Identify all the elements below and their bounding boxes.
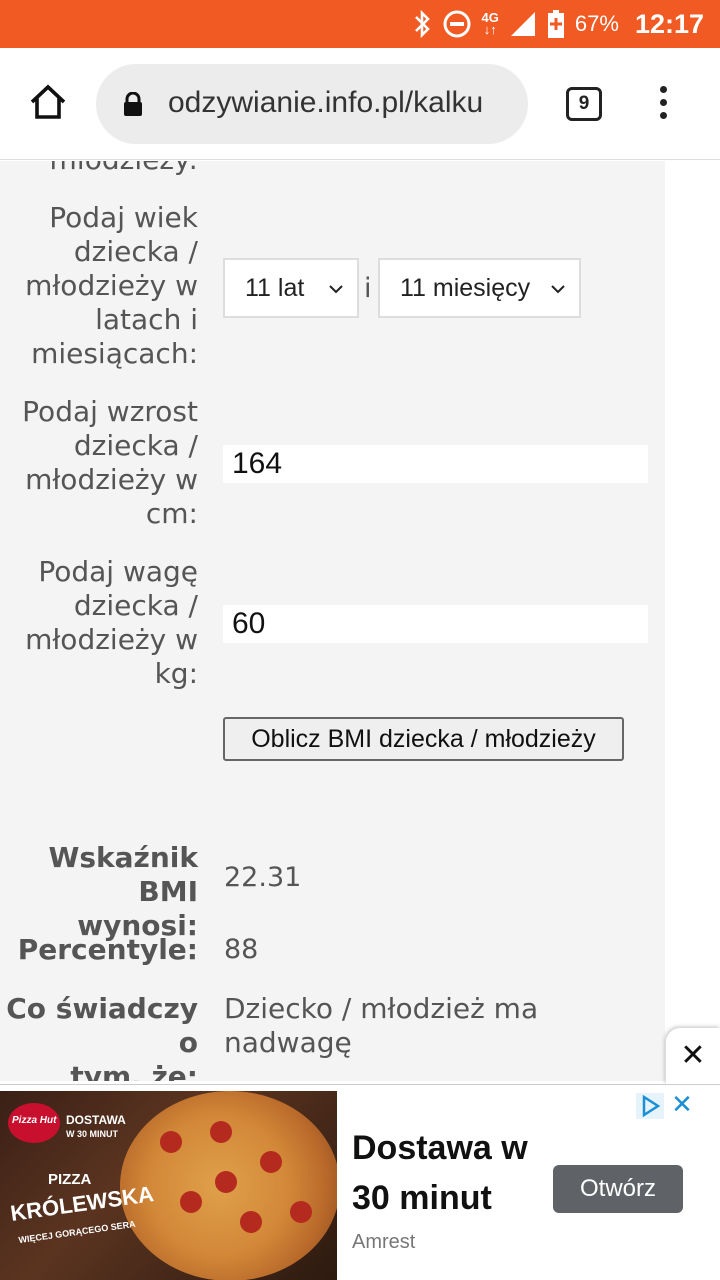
- tab-switcher-button[interactable]: 9: [566, 87, 602, 121]
- age-months-select[interactable]: 11 miesięcy: [378, 258, 581, 318]
- meaning-label: Co świadczy o tym, że:: [6, 992, 198, 1081]
- bmi-value: 22.31: [224, 862, 302, 893]
- url-text: odzywianie.info.pl/kalku: [168, 86, 484, 119]
- chevron-down-icon: [551, 285, 565, 294]
- ad-dismiss-icon[interactable]: ✕: [668, 1091, 696, 1119]
- clock: 12:17: [634, 8, 704, 39]
- pizza-image: [120, 1091, 337, 1280]
- logo-text: Pizza Hut: [12, 1115, 57, 1126]
- age-separator: i: [364, 273, 372, 304]
- home-icon[interactable]: [28, 82, 68, 122]
- age-years-select[interactable]: 11 lat: [223, 258, 359, 318]
- height-input[interactable]: 164: [223, 445, 648, 483]
- do-not-disturb-icon: [443, 10, 471, 38]
- ad-open-button[interactable]: Otwórz: [553, 1165, 683, 1213]
- ad-close-icon[interactable]: ✕: [666, 1028, 720, 1084]
- meaning-value: Dziecko / młodzież ma nadwagę: [224, 992, 539, 1059]
- status-bar: 4G ↓↑ 67% 12:17: [0, 0, 720, 48]
- height-label: Podaj wzrost dziecka / młodzieży w cm:: [22, 395, 198, 530]
- ad-headline[interactable]: Dostawa w 30 minut: [352, 1123, 552, 1223]
- weight-label: Podaj wagę dziecka / młodzieży w kg:: [25, 555, 198, 690]
- percentile-label: Percentyle:: [17, 933, 198, 966]
- browser-toolbar: odzywianie.info.pl/kalku 9: [0, 48, 720, 160]
- ad-advertiser: Amrest: [352, 1231, 416, 1253]
- bluetooth-icon: [414, 10, 430, 38]
- weight-input[interactable]: 60: [223, 605, 648, 643]
- chevron-down-icon: [329, 285, 343, 294]
- battery-icon: [547, 10, 564, 38]
- ad-image-delivery-sub: W 30 MINUT: [66, 1129, 119, 1139]
- network-type: 4G ↓↑: [481, 10, 499, 37]
- cut-label: młodzieży:: [49, 161, 198, 177]
- age-label: Podaj wiek dziecka / młodzieży w latach …: [25, 201, 198, 370]
- adchoices-icon[interactable]: [636, 1093, 664, 1119]
- ad-banner[interactable]: Pizza Hut DOSTAWA W 30 MINUT PIZZA KRÓLE…: [0, 1084, 720, 1280]
- bmi-label: Wskaźnik BMI wynosi:: [48, 841, 198, 942]
- address-bar[interactable]: odzywianie.info.pl/kalku: [96, 64, 528, 144]
- ad-image-delivery: DOSTAWA: [66, 1113, 126, 1127]
- ad-image-pizza: PIZZA: [48, 1171, 92, 1188]
- percentile-value: 88: [224, 934, 259, 965]
- battery-percent: 67%: [574, 11, 619, 36]
- signal-icon: [510, 12, 535, 36]
- calculate-bmi-button[interactable]: Oblicz BMI dziecka / młodzieży: [223, 717, 624, 761]
- overflow-menu-icon[interactable]: [656, 86, 670, 122]
- page-content: młodzieży: Podaj wiek dziecka / młodzież…: [0, 161, 665, 1081]
- page-margin: [665, 161, 720, 1081]
- ad-image[interactable]: Pizza Hut DOSTAWA W 30 MINUT PIZZA KRÓLE…: [0, 1091, 337, 1280]
- lock-icon: [124, 92, 142, 116]
